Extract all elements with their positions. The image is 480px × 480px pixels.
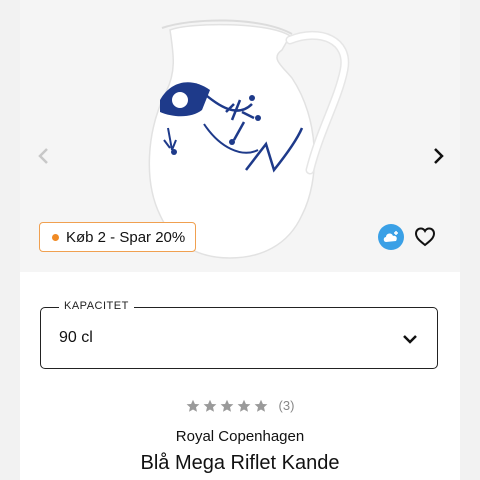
product-title: Blå Mega Riflet Kande [140,452,340,474]
product-rating[interactable]: (3) [20,398,460,413]
heart-outline-icon [414,227,436,247]
star-icon [220,399,233,412]
promo-badge: Køb 2 - Spar 20% [39,222,197,252]
promo-dot-icon [52,233,59,241]
cloud-plus-icon[interactable] [378,224,404,250]
review-count[interactable]: (3) [279,398,295,413]
star-icon [186,399,199,412]
chevron-right-icon [434,148,444,164]
product-brand[interactable]: Royal Copenhagen [20,428,460,445]
previous-image-button[interactable] [28,140,60,172]
product-image-carousel[interactable]: Køb 2 - Spar 20% [20,0,460,272]
chevron-left-icon [38,148,48,164]
star-icon [254,399,267,412]
capacity-value: 90 cl [59,329,93,346]
favorite-button[interactable] [412,224,438,250]
chevron-down-icon [403,335,417,344]
next-image-button[interactable] [422,140,454,172]
product-page: Køb 2 - Spar 20% KAPACITET 90 cl (3) Roy… [20,0,460,480]
capacity-label: KAPACITET [59,300,134,312]
promo-label: Køb 2 - Spar 20% [66,228,186,246]
capacity-select[interactable]: KAPACITET 90 cl [40,300,438,369]
star-icon [203,399,216,412]
star-icon [237,399,250,412]
